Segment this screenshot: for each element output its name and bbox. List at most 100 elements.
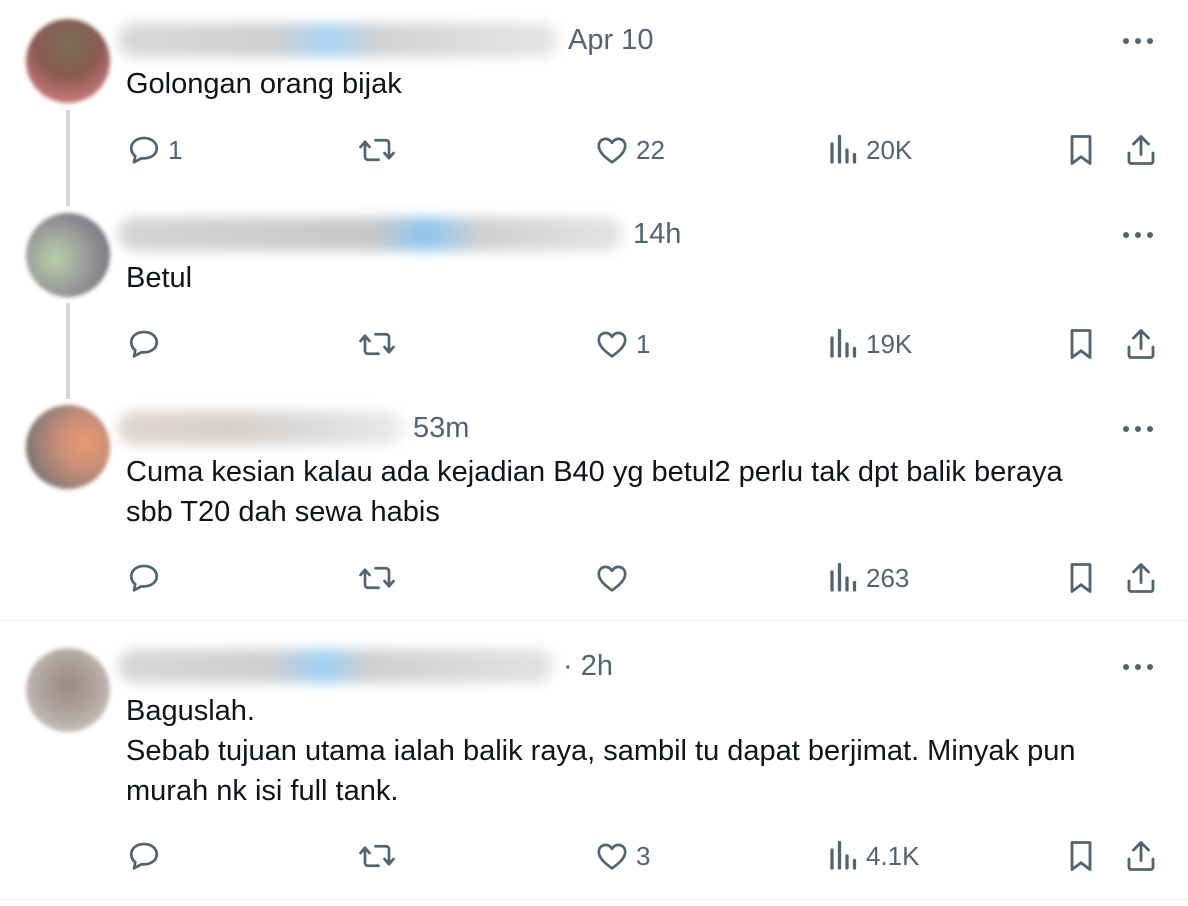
more-icon [1123, 232, 1153, 238]
tweet-divider [0, 899, 1188, 900]
tweet[interactable]: · 2h Baguslah. Sebab tujuan utama ialah … [0, 621, 1188, 906]
avatar[interactable] [26, 648, 110, 732]
reply-icon [129, 842, 159, 870]
author-name-blurred[interactable] [118, 23, 558, 57]
avatar[interactable] [26, 405, 110, 489]
share-icon [1127, 841, 1155, 871]
bookmark-button[interactable] [1065, 834, 1097, 878]
tweet-timestamp[interactable]: 14h [633, 218, 681, 251]
like-button[interactable]: 1 [594, 322, 650, 366]
bookmark-icon [1070, 841, 1092, 871]
heart-icon [597, 331, 627, 358]
tweet-timestamp[interactable]: 53m [413, 412, 469, 445]
tweet[interactable]: Apr 10 Golongan orang bijak 1 22 20K [0, 0, 1188, 193]
like-button[interactable] [594, 556, 636, 600]
retweet-icon [359, 844, 395, 868]
more-icon [1123, 664, 1153, 670]
tweet-header: · 2h [118, 646, 613, 686]
reply-button[interactable] [126, 556, 168, 600]
views-button[interactable]: 4.1K [828, 834, 920, 878]
more-button[interactable] [1118, 223, 1158, 247]
like-count: 3 [636, 840, 651, 871]
reply-icon [129, 136, 159, 164]
more-button[interactable] [1118, 29, 1158, 53]
avatar[interactable] [26, 19, 110, 103]
more-icon [1123, 426, 1153, 432]
reply-button[interactable] [126, 834, 168, 878]
tweet-text-line: Cuma kesian kalau ada kejadian B40 yg be… [126, 456, 1063, 488]
tweet-actions: 3 4.1K [0, 834, 1188, 878]
author-name-blurred[interactable] [118, 217, 623, 251]
tweet-text: Baguslah. Sebab tujuan utama ialah balik… [126, 691, 1166, 811]
retweet-icon [359, 332, 395, 356]
bookmark-icon [1070, 563, 1092, 593]
reply-button[interactable] [126, 322, 168, 366]
share-button[interactable] [1122, 322, 1160, 366]
tweet-actions: 1 19K [0, 322, 1188, 366]
more-icon [1123, 38, 1153, 44]
tweet-text: Cuma kesian kalau ada kejadian B40 yg be… [126, 452, 1166, 532]
heart-icon [597, 137, 627, 164]
bookmark-button[interactable] [1065, 322, 1097, 366]
views-count: 4.1K [866, 840, 920, 871]
views-button[interactable]: 19K [828, 322, 912, 366]
share-button[interactable] [1122, 834, 1160, 878]
retweet-icon [359, 566, 395, 590]
views-icon [830, 840, 857, 870]
tweet-text: Betul [126, 258, 1166, 298]
share-icon [1127, 135, 1155, 165]
tweet-timestamp[interactable]: Apr 10 [568, 24, 653, 57]
heart-icon [597, 843, 627, 870]
like-button[interactable]: 3 [594, 834, 650, 878]
share-icon [1127, 563, 1155, 593]
views-icon [830, 134, 857, 164]
views-count: 263 [866, 562, 910, 593]
more-button[interactable] [1118, 655, 1158, 679]
like-count: 1 [636, 328, 651, 359]
like-count: 22 [636, 134, 665, 165]
reply-icon [129, 564, 159, 592]
tweet-header: 53m [118, 408, 469, 448]
retweet-button[interactable] [357, 322, 403, 366]
views-icon [830, 328, 857, 358]
share-button[interactable] [1122, 556, 1160, 600]
tweet-text-line: Sebab tujuan utama ialah balik raya, sam… [126, 735, 1076, 767]
tweet-text: Golongan orang bijak [126, 64, 1166, 104]
views-count: 20K [866, 134, 913, 165]
like-button[interactable]: 22 [594, 128, 665, 172]
tweet-header: 14h [118, 214, 681, 254]
tweet-actions: 1 22 20K [0, 128, 1188, 172]
reply-count: 1 [168, 134, 183, 165]
views-count: 19K [866, 328, 913, 359]
reply-button[interactable]: 1 [126, 128, 182, 172]
retweet-button[interactable] [357, 834, 403, 878]
views-button[interactable]: 263 [828, 556, 909, 600]
bookmark-button[interactable] [1065, 128, 1097, 172]
author-name-blurred[interactable] [118, 411, 403, 445]
share-icon [1127, 329, 1155, 359]
tweet[interactable]: 53m Cuma kesian kalau ada kejadian B40 y… [0, 387, 1188, 620]
more-button[interactable] [1118, 417, 1158, 441]
tweet-text-line: Baguslah. [126, 695, 255, 727]
bookmark-icon [1070, 135, 1092, 165]
tweet-actions: 263 [0, 556, 1188, 600]
retweet-button[interactable] [357, 128, 403, 172]
heart-icon [597, 565, 627, 592]
tweet-header: Apr 10 [118, 20, 653, 60]
bookmark-button[interactable] [1065, 556, 1097, 600]
tweet-text-line: Golongan orang bijak [126, 68, 402, 100]
retweet-button[interactable] [357, 556, 403, 600]
tweet-text-line: sbb T20 dah sewa habis [126, 496, 440, 528]
tweet-timestamp[interactable]: · 2h [563, 650, 613, 683]
views-icon [830, 562, 857, 592]
bookmark-icon [1070, 329, 1092, 359]
tweet-text-line: murah nk isi full tank. [126, 775, 399, 807]
retweet-icon [359, 138, 395, 162]
share-button[interactable] [1122, 128, 1160, 172]
tweet-text-line: Betul [126, 262, 193, 294]
reply-icon [129, 330, 159, 358]
avatar[interactable] [26, 213, 110, 297]
views-button[interactable]: 20K [828, 128, 912, 172]
author-name-blurred[interactable] [118, 649, 553, 683]
tweet[interactable]: 14h Betul 1 19K [0, 193, 1188, 387]
